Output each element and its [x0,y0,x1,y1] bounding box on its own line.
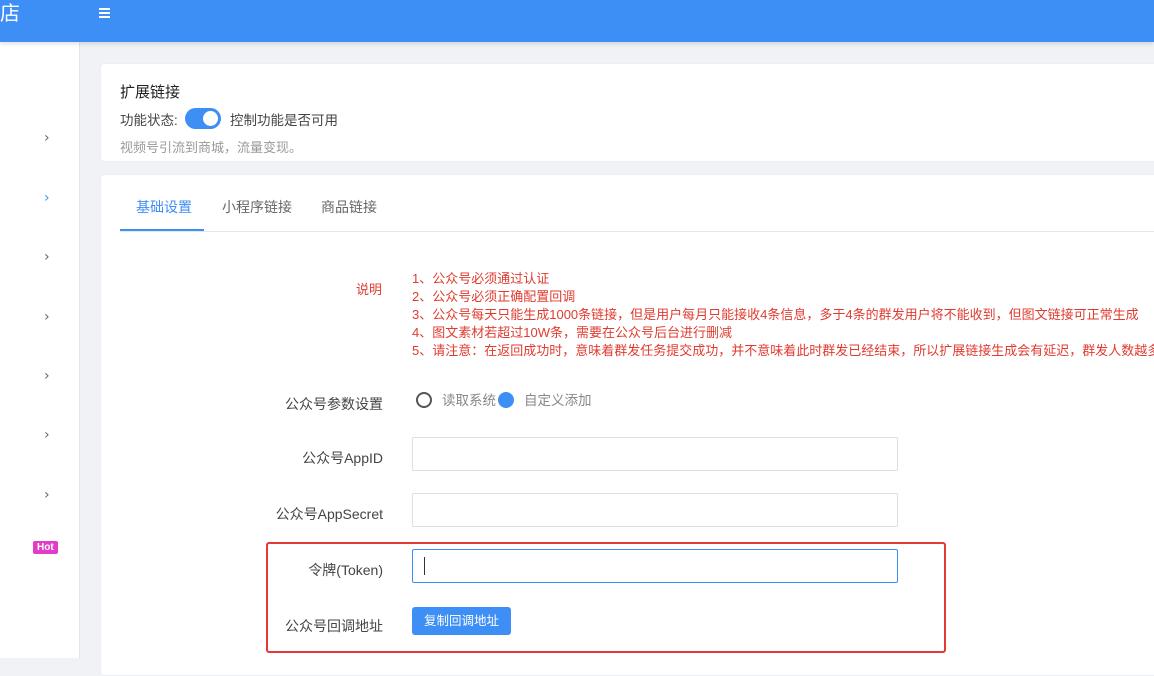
tab-product-link[interactable]: 商品链接 [321,197,377,231]
sidebar-item-6[interactable]: › [0,420,79,450]
settings-card: 基础设置 小程序链接 商品链接 说明 1、公众号必须通过认证 2、公众号必须正确… [100,174,1154,676]
sidebar: › › › › › › › Hot [0,42,80,658]
token-input[interactable] [412,549,898,583]
appid-label: 公众号AppID [302,450,383,466]
sidebar-item-3[interactable]: › [0,242,79,272]
note-line: 2、公众号必须正确配置回调 [412,289,576,304]
radio-label: 自定义添加 [524,393,592,408]
hamburger-icon[interactable] [96,4,116,24]
appid-input[interactable] [412,437,898,471]
params-setting-label: 公众号参数设置 [285,396,383,412]
appsecret-input[interactable] [412,493,898,527]
chevron-right-icon: › [44,487,50,503]
radio-circle-icon [416,392,432,408]
toggle-knob [203,111,218,126]
note-line: 3、公众号每天只能生成1000条链接，但是用户每月只能接收4条信息，多于4条的群… [412,307,1139,322]
tab-miniprogram-link[interactable]: 小程序链接 [222,197,292,231]
note-line: 5、请注意：在返回成功时，意味着群发任务提交成功，并不意味着此时群发已经结束，所… [412,343,1154,358]
token-label: 令牌(Token) [308,562,383,578]
note-line: 1、公众号必须通过认证 [412,271,550,286]
chevron-right-icon: › [44,368,50,384]
top-header-bar: 店 [0,0,1154,42]
copy-callback-url-button[interactable]: 复制回调地址 [412,607,511,635]
chevron-right-icon: › [44,249,50,265]
hot-badge[interactable]: Hot [33,541,58,554]
notes-list: 1、公众号必须通过认证 2、公众号必须正确配置回调 3、公众号每天只能生成100… [412,270,1154,360]
sidebar-item-2[interactable]: › [0,183,79,213]
sidebar-item-5[interactable]: › [0,361,79,391]
sidebar-item-1[interactable]: › [0,123,79,153]
card-description: 视频号引流到商城，流量变现。 [120,140,303,155]
shop-logo-text: 店 [0,3,20,25]
radio-label: 读取系统 [442,393,496,408]
tab-divider [120,231,1154,232]
tab-basic-settings[interactable]: 基础设置 [136,197,192,231]
chevron-right-icon: › [44,130,50,146]
card-title: 扩展链接 [120,84,181,101]
status-hint: 控制功能是否可用 [230,113,338,128]
callback-url-label: 公众号回调地址 [285,618,383,634]
chevron-right-icon: › [44,309,50,325]
radio-circle-icon [498,392,514,408]
note-label: 说明 [356,282,383,297]
appsecret-label: 公众号AppSecret [275,506,383,522]
chevron-right-icon: › [44,190,50,206]
text-cursor [424,557,425,575]
sidebar-item-7[interactable]: › [0,480,79,510]
note-line: 4、图文素材若超过10W条，需要在公众号后台进行删减 [412,325,732,340]
status-label: 功能状态: [120,113,178,128]
feature-status-toggle[interactable] [185,108,221,129]
extension-link-card: 扩展链接 功能状态: 控制功能是否可用 视频号引流到商城，流量变现。 [100,63,1154,162]
sidebar-item-4[interactable]: › [0,302,79,332]
chevron-right-icon: › [44,427,50,443]
